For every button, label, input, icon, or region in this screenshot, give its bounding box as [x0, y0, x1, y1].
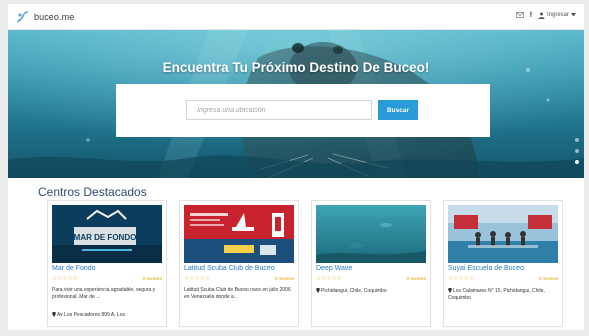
center-name[interactable]: Latitud Scuba Club de Buceo [184, 265, 275, 272]
star-rating: ☆☆☆☆☆ [448, 276, 475, 282]
dive-logo-icon [16, 11, 29, 23]
hero-banner: Encuentra Tu Próximo Destino De Buceo! B… [8, 30, 584, 178]
brand-name: buceo.me [34, 12, 75, 22]
reviews-count[interactable]: 0 reviews [275, 276, 294, 281]
map-pin-icon [448, 288, 452, 293]
hero-title: Encuentra Tu Próximo Destino De Buceo! [162, 60, 430, 75]
center-rating-row: ☆☆☆☆☆ 0 reviews [448, 276, 558, 284]
login-menu[interactable]: Ingresar [538, 12, 576, 19]
center-card[interactable]: Deep Wave ☆☆☆☆☆ 0 reviews Pichidangui, C… [312, 201, 430, 326]
star-rating: ☆☆☆☆☆ [316, 276, 343, 282]
center-image[interactable] [316, 205, 426, 263]
map-pin-icon [52, 312, 56, 317]
center-address: Los Calamares N° 15, Pichidangui, Chile,… [448, 288, 545, 301]
center-address: Av Los Pescadores 899 A, Los [57, 312, 126, 318]
center-rating-row: ☆☆☆☆☆ 0 reviews [52, 276, 162, 284]
reviews-count[interactable]: 0 reviews [407, 276, 426, 281]
carousel-dot-active[interactable] [575, 160, 579, 164]
center-card[interactable]: MAR DE FONDO Mar de Fondo ☆☆☆☆☆ 0 review… [48, 201, 166, 326]
reviews-count[interactable]: 0 reviews [143, 276, 162, 281]
search-panel: Buscar [116, 84, 490, 137]
center-card[interactable]: Suyai Escuela de Buceo ☆☆☆☆☆ 0 reviews L… [444, 201, 562, 326]
center-location: Av Los Pescadores 899 A, Los [52, 312, 162, 319]
page-frame: buceo.me f Ingresar Encuentra Tu Próximo… [8, 4, 584, 330]
location-search-input[interactable] [186, 100, 372, 120]
center-card[interactable]: Latitud Scuba Club de Buceo ☆☆☆☆☆ 0 revi… [180, 201, 298, 326]
navbar-actions: f Ingresar [515, 11, 576, 19]
star-rating: ☆☆☆☆☆ [184, 276, 211, 282]
center-name[interactable]: Suyai Escuela de Buceo [448, 265, 524, 272]
search-button[interactable]: Buscar [378, 100, 418, 120]
star-rating: ☆☆☆☆☆ [52, 276, 79, 282]
facebook-icon[interactable]: f [530, 12, 532, 19]
center-description: Para vivir una experiencia agradable, se… [52, 287, 156, 300]
reviews-count[interactable]: 0 reviews [539, 276, 558, 281]
user-icon [538, 12, 545, 19]
center-location: Pichidangui, Chile, Coquimbo [316, 288, 426, 295]
top-navbar: buceo.me f Ingresar [8, 4, 584, 30]
center-image[interactable]: MAR DE FONDO [52, 205, 162, 263]
center-image[interactable] [184, 205, 294, 263]
map-pin-icon [316, 288, 320, 293]
carousel-dot[interactable] [575, 138, 579, 142]
center-image[interactable] [448, 205, 558, 263]
caret-down-icon [571, 13, 576, 17]
carousel-dot[interactable] [575, 149, 579, 153]
featured-centers-list: MAR DE FONDO Mar de Fondo ☆☆☆☆☆ 0 review… [48, 201, 562, 326]
center-description: Latitud Scuba Club de Buceo nace en juli… [184, 287, 291, 300]
center-location: Los Calamares N° 15, Pichidangui, Chile,… [448, 288, 558, 302]
mail-icon[interactable] [515, 11, 524, 19]
login-label: Ingresar [546, 12, 569, 18]
featured-centers-heading: Centros Destacados [38, 185, 147, 199]
svg-text:MAR DE FONDO: MAR DE FONDO [74, 233, 137, 242]
carousel-indicators [575, 138, 579, 164]
center-rating-row: ☆☆☆☆☆ 0 reviews [316, 276, 426, 284]
center-name[interactable]: Deep Wave [316, 265, 352, 272]
center-name[interactable]: Mar de Fondo [52, 265, 96, 272]
brand-link[interactable]: buceo.me [16, 10, 74, 24]
center-address: Pichidangui, Chile, Coquimbo [321, 288, 387, 294]
center-rating-row: ☆☆☆☆☆ 0 reviews [184, 276, 294, 284]
